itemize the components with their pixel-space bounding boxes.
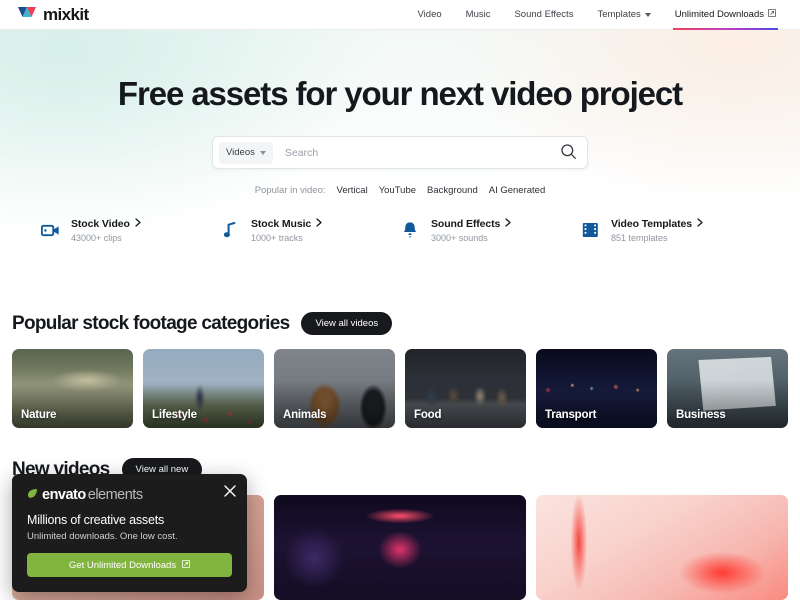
hero-section: Free assets for your next video project … [0,30,800,270]
active-nav-underline [672,27,778,30]
shortcut-video-templates[interactable]: Video Templates 851 templates [580,218,760,243]
page-root: mixkit Video Music Sound Effects Templat… [0,0,800,600]
envato-wordmark: envato [42,487,86,503]
chevron-down-icon [259,150,266,155]
chevron-right-icon [316,218,322,230]
nav-item-music[interactable]: Music [454,0,503,30]
nav-item-unlimited-downloads[interactable]: Unlimited Downloads [663,0,788,30]
popular-searches: Popular in video: Vertical YouTube Backg… [0,185,800,196]
search-input[interactable] [272,146,557,159]
popular-link-vertical[interactable]: Vertical [337,185,368,196]
video-card-2[interactable] [274,495,526,600]
external-link-icon [768,9,776,20]
search-type-label: Videos [226,147,255,159]
nav-item-templates[interactable]: Templates [585,0,662,30]
category-card-food[interactable]: Food [405,349,526,428]
shortcut-title-row: Stock Video [71,218,141,230]
logo-wordmark: mixkit [43,4,89,24]
get-unlimited-downloads-button[interactable]: Get Unlimited Downloads [27,553,232,577]
chevron-right-icon [697,218,703,230]
nav-label: Video [417,9,442,20]
categories-header: Popular stock footage categories View al… [12,312,788,335]
shortcut-title-row: Sound Effects [431,218,511,230]
envato-elements-promo-popup: envato elements Millions of creative ass… [12,474,247,592]
nav-label: Templates [597,9,641,20]
category-card-lifestyle[interactable]: Lifestyle [143,349,264,428]
shortcut-title-row: Video Templates [611,218,703,230]
chevron-down-icon [644,12,651,17]
music-note-icon [220,218,240,242]
external-link-icon [182,559,191,571]
card-label: Business [676,409,726,421]
shortcut-subtitle: 43000+ clips [71,233,122,244]
shortcut-title: Stock Video [71,218,130,231]
shortcut-title-row: Stock Music [251,218,322,230]
category-card-nature[interactable]: Nature [12,349,133,428]
shortcut-title: Stock Music [251,218,312,231]
categories-section: Popular stock footage categories View al… [0,312,800,428]
search-area: Videos [0,136,800,170]
shortcut-text: Sound Effects 3000+ sounds [431,218,511,243]
popup-button-label: Get Unlimited Downloads [68,559,177,571]
page-title: Free assets for your next video project [117,75,683,112]
site-header: mixkit Video Music Sound Effects Templat… [0,0,800,30]
popular-link-background[interactable]: Background [427,185,478,196]
search-icon [560,143,577,163]
chevron-right-icon [135,218,141,230]
shortcut-stock-video[interactable]: Stock Video 43000+ clips [40,218,220,243]
card-label: Food [414,409,442,421]
chevron-right-icon [505,218,511,230]
popup-subtext: Unlimited downloads. One low cost. [27,531,178,542]
nav-label: Unlimited Downloads [674,9,764,20]
elements-wordmark: elements [87,487,143,503]
shortcut-sound-effects[interactable]: Sound Effects 3000+ sounds [400,218,580,243]
popular-label: Popular in video: [254,185,326,197]
search-type-select[interactable]: Videos [219,141,273,164]
close-icon[interactable] [222,483,238,499]
video-camera-icon [40,218,60,242]
main-nav: Video Music Sound Effects Templates Unli… [406,0,788,30]
shortcut-text: Stock Music 1000+ tracks [251,218,322,243]
bell-icon [400,218,420,242]
shortcut-text: Stock Video 43000+ clips [71,218,141,243]
card-label: Lifestyle [152,409,197,421]
card-label: Nature [21,409,57,421]
nav-item-video[interactable]: Video [406,0,454,30]
shortcut-stock-music[interactable]: Stock Music 1000+ tracks [220,218,400,243]
leaf-icon [27,487,38,503]
category-shortcuts: Stock Video 43000+ clips Stock Music 100… [0,218,800,243]
category-card-transport[interactable]: Transport [536,349,657,428]
video-card-3[interactable] [536,495,788,600]
envato-elements-logo: envato elements [27,487,232,503]
category-card-grid: Nature Lifestyle Animals Food Transport … [12,349,788,428]
nav-item-sound-effects[interactable]: Sound Effects [502,0,585,30]
popular-link-ai-generated[interactable]: AI Generated [489,185,546,196]
shortcut-subtitle: 851 templates [611,233,668,244]
mixkit-logo[interactable]: mixkit [18,5,89,25]
nav-label: Sound Effects [514,9,574,20]
film-strip-icon [580,218,600,242]
popup-headline: Millions of creative assets [27,513,165,527]
card-label: Animals [283,409,327,421]
category-card-business[interactable]: Business [667,349,788,428]
section-title: Popular stock footage categories [12,312,290,334]
search-button[interactable] [557,142,579,164]
shortcut-subtitle: 3000+ sounds [431,233,488,244]
popular-link-youtube[interactable]: YouTube [379,185,416,196]
view-all-videos-button[interactable]: View all videos [301,312,393,335]
shortcut-text: Video Templates 851 templates [611,218,703,243]
search-bar: Videos [212,136,588,170]
shortcut-title: Video Templates [611,218,692,231]
mixkit-triangles-icon [18,5,40,24]
shortcut-title: Sound Effects [431,218,501,231]
shortcut-subtitle: 1000+ tracks [251,233,303,244]
category-card-animals[interactable]: Animals [274,349,395,428]
nav-label: Music [465,9,491,20]
card-label: Transport [545,409,597,421]
